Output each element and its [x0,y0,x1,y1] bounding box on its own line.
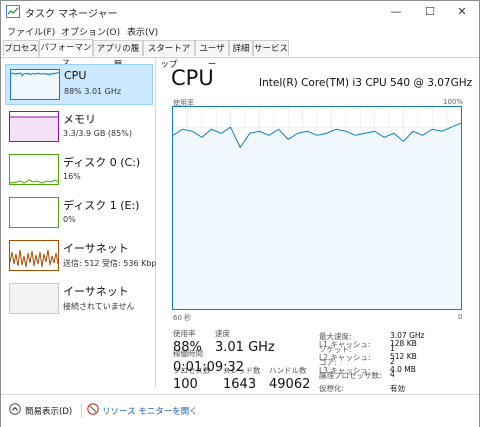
speed-label: 速度 [215,329,230,338]
page-title: CPU [171,66,214,90]
spec-label: L2 キャッシュ: [319,353,371,362]
cpu-usage-graph [172,106,462,310]
menu-options[interactable]: オプション(O) [61,25,120,38]
handle-count-value: 49062 [269,377,311,392]
resource-name: ディスク 1 (E:) [63,199,140,212]
task-manager-icon [6,5,20,18]
graph-time-left: 60 秒 [173,314,192,322]
resource-monitor-link[interactable]: リソース モニターを開く [102,405,198,417]
title-bar: タスク マネージャー — ☐ ✕ [1,1,479,23]
uptime-value: 0:01:09:32 [173,360,245,375]
resource-detail: 88% 3.01 GHz [64,87,122,96]
chevron-up-icon[interactable] [9,403,21,415]
menu-bar: ファイル(F) オプション(O) 表示(V) [1,23,479,39]
spec-label: L1 キャッシュ: [319,340,371,349]
cpu-usage-area [173,123,461,309]
resource-item-ethernet-1[interactable]: イーサネット 送信: 512 受信: 536 Kbp [5,236,157,277]
spec-label: 仮想化: [319,384,345,393]
resource-item-cpu[interactable]: CPU 88% 3.01 GHz [5,64,153,105]
tab-users[interactable]: ユーザー [195,40,229,70]
tab-processes[interactable]: プロセス [3,40,39,56]
menu-view[interactable]: 表示(V) [127,25,158,38]
resource-monitor-icon [87,403,99,415]
uptime-label: 稼働時間 [173,349,203,358]
resource-detail: 0% [63,215,76,224]
resource-name: イーサネット [63,285,129,298]
tab-app-history[interactable]: アプリの履歴 [93,40,143,70]
resource-item-disk-1[interactable]: ディスク 1 (E:) 0% [5,193,153,234]
footer-bar: 簡易表示(D) リソース モニターを開く [1,394,479,427]
disk-0-thumbnail-graph [9,154,59,185]
resource-name: ディスク 0 (C:) [63,156,141,169]
handle-count-label: ハンドル数 [269,366,307,375]
cpu-usage-chart [172,107,462,309]
tab-startup[interactable]: スタートアップ [143,40,195,70]
resource-name: メモリ [63,113,96,126]
memory-thumbnail-graph [9,111,59,142]
resource-item-ethernet-2[interactable]: イーサネット 接続されていません [5,279,153,320]
thread-count-value: 1643 [223,377,257,392]
resource-item-disk-0[interactable]: ディスク 0 (C:) 16% [5,150,153,191]
tab-details[interactable]: 詳細 [229,40,253,56]
spec-value: 有効 [390,384,405,393]
graph-max-label: 100% [443,98,464,106]
menu-file[interactable]: ファイル(F) [7,25,55,38]
resource-name: イーサネット [63,242,129,255]
task-manager-window: タスク マネージャー — ☐ ✕ ファイル(F) オプション(O) 表示(V) … [0,0,480,427]
minimize-button[interactable]: — [379,1,413,23]
resource-detail: 3.3/3.9 GB (85%) [63,129,132,138]
process-count-value: 100 [173,377,198,392]
tab-services[interactable]: サービス [253,40,289,56]
cpu-model-name: Intel(R) Core(TM) i3 CPU 540 @ 3.07GHz [259,77,473,89]
cpu-thumbnail-graph [10,69,60,100]
fewer-details-link[interactable]: 簡易表示(D) [25,405,72,417]
ethernet-disconnected-thumbnail [9,283,59,314]
spec-value: 4.0 MB [390,365,416,374]
resource-detail: 接続されていません [63,302,135,311]
usage-label: 使用率 [173,329,196,338]
tab-performance[interactable]: パフォーマンス [39,39,93,69]
resource-item-memory[interactable]: メモリ 3.3/3.9 GB (85%) [5,107,153,148]
graph-time-right: 0 [458,313,463,321]
spec-value: 128 KB [390,339,417,348]
close-button[interactable]: ✕ [445,1,479,23]
spec-value: 512 KB [390,352,417,361]
resource-name: CPU [64,69,87,82]
tab-bar: プロセス パフォーマンス アプリの履歴 スタートアップ ユーザー 詳細 サービス [1,39,479,70]
resource-list: CPU 88% 3.01 GHz メモリ 3.3/3.9 GB (85%) ディ… [1,58,157,388]
speed-value: 3.01 GHz [215,340,275,355]
window-title: タスク マネージャー [25,9,118,20]
resource-detail: 16% [63,172,81,181]
maximize-button[interactable]: ☐ [413,1,447,23]
disk-1-thumbnail-graph [9,197,59,228]
ethernet-thumbnail-graph [9,240,59,271]
cpu-detail-panel: CPU Intel(R) Core(TM) i3 CPU 540 @ 3.07G… [157,58,479,393]
resource-detail: 送信: 512 受信: 536 Kbp [63,259,157,268]
footer-divider [81,403,82,417]
spec-label: L3 キャッシュ: [319,366,371,375]
